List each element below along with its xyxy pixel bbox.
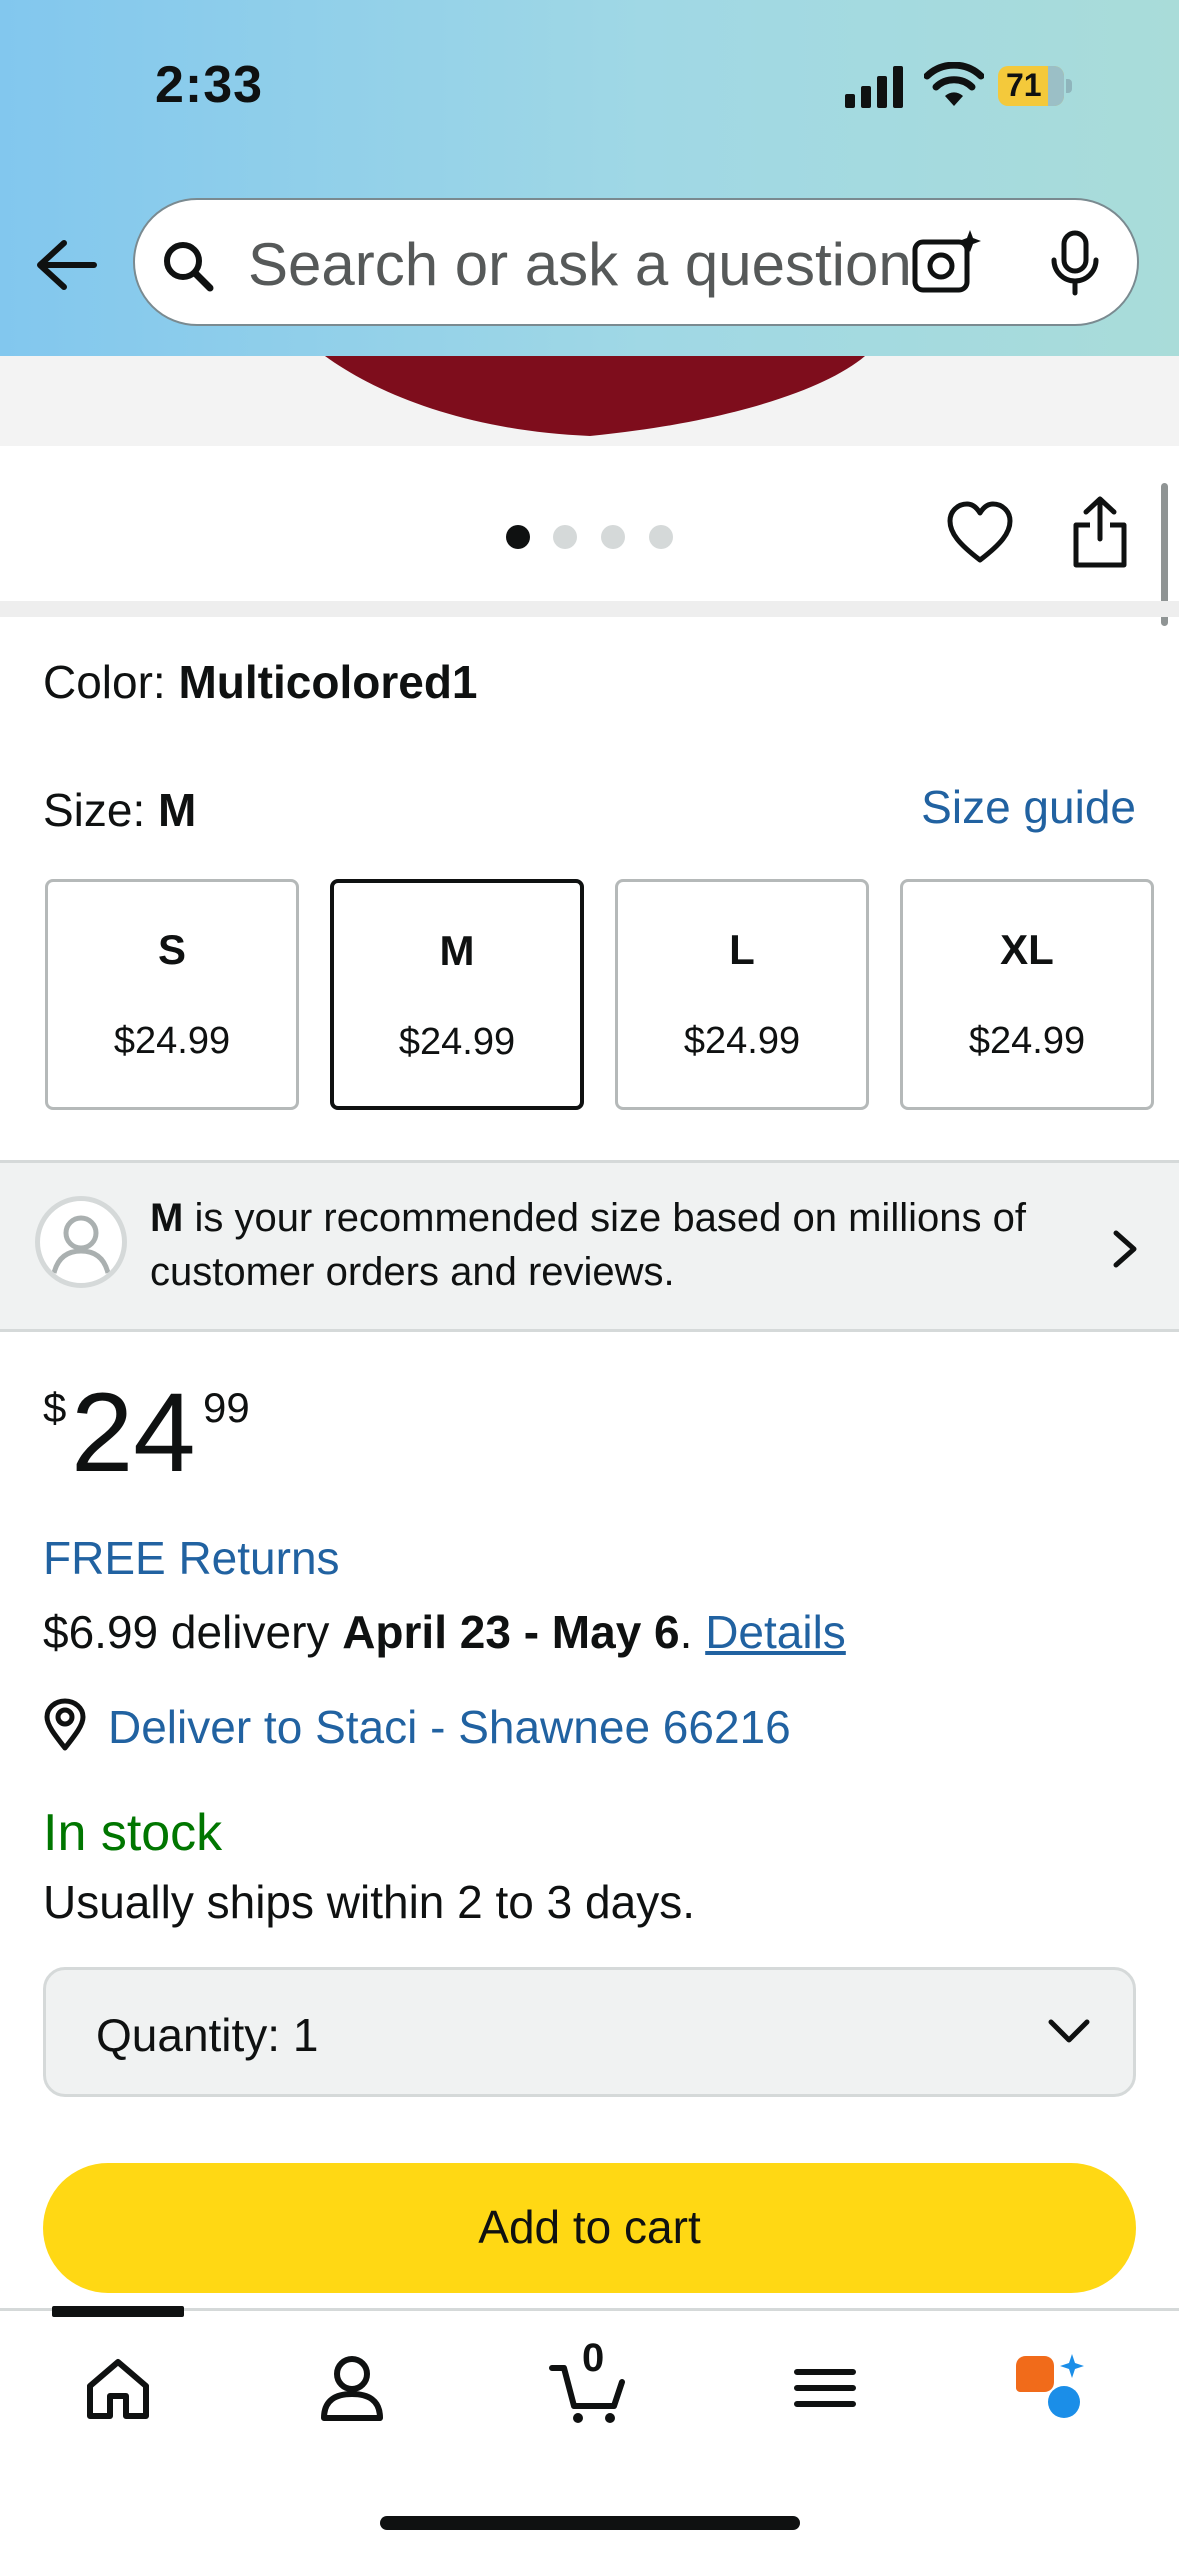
price-fraction: 99 xyxy=(203,1384,250,1431)
size-label: Size: xyxy=(43,784,159,836)
gallery-dot[interactable] xyxy=(553,525,577,549)
size-option-label: XL xyxy=(1000,926,1054,973)
details-link[interactable]: Details xyxy=(705,1606,846,1658)
product-image-graphic xyxy=(325,356,865,436)
gallery-dot[interactable] xyxy=(649,525,673,549)
size-option-label: M xyxy=(439,927,475,974)
add-to-cart-label: Add to cart xyxy=(478,2201,701,2253)
price-whole: 24 xyxy=(71,1370,196,1495)
section-divider xyxy=(0,601,1179,617)
size-option-label: L xyxy=(729,926,755,973)
quantity-dropdown[interactable]: Quantity: 1 xyxy=(43,1967,1136,2097)
delivery-dates: April 23 - May 6 xyxy=(342,1606,680,1658)
size-selection: Size: M xyxy=(43,783,196,837)
recommendation-message: is your recommended size based on millio… xyxy=(150,1196,1026,1294)
chevron-down-icon xyxy=(1048,2019,1090,2043)
search-bar[interactable]: Search or ask a question xyxy=(133,198,1139,326)
color-selection: Color: Multicolored1 xyxy=(43,655,478,709)
cart-count: 0 xyxy=(582,2336,605,2380)
recommended-size: M xyxy=(150,1196,184,1240)
size-option-price: $24.99 xyxy=(968,1020,1086,1062)
price-symbol: $ xyxy=(43,1384,67,1431)
search-icon xyxy=(164,242,214,292)
color-label: Color: xyxy=(43,656,179,708)
rufus-icon[interactable] xyxy=(1010,2348,1090,2428)
product-image[interactable] xyxy=(0,356,1179,446)
deliver-to-link[interactable]: Deliver to Staci - Shawnee 66216 xyxy=(108,1700,791,1754)
back-arrow-icon[interactable] xyxy=(30,235,100,295)
add-to-cart-button[interactable]: Add to cart xyxy=(43,2163,1136,2293)
chevron-right-icon xyxy=(1113,1230,1137,1268)
size-recommendation[interactable]: M is your recommended size based on mill… xyxy=(0,1160,1179,1332)
camera-search-icon[interactable] xyxy=(910,226,982,298)
size-option-price: $24.99 xyxy=(683,1020,801,1062)
heart-icon[interactable] xyxy=(945,500,1015,566)
location-pin-icon xyxy=(44,1698,86,1751)
delivery-prefix: $6.99 delivery xyxy=(43,1606,343,1658)
color-value: Multicolored1 xyxy=(178,656,478,708)
gallery-dot-active[interactable] xyxy=(506,525,530,549)
home-icon[interactable] xyxy=(78,2348,158,2428)
stock-status: In stock xyxy=(43,1804,223,1862)
account-icon[interactable] xyxy=(312,2348,392,2428)
wifi-icon xyxy=(924,62,984,106)
size-value: M xyxy=(158,784,197,836)
gallery-dot[interactable] xyxy=(601,525,625,549)
recommendation-text: M is your recommended size based on mill… xyxy=(150,1191,1090,1299)
size-option-price: $24.99 xyxy=(398,1021,516,1063)
quantity-value: 1 xyxy=(292,2009,319,2061)
size-option-s[interactable]: S $24.99 xyxy=(45,879,299,1110)
nav-active-indicator xyxy=(52,2306,184,2317)
battery-level: 71 xyxy=(1006,67,1042,103)
quantity-text: Quantity: 1 xyxy=(96,2008,318,2062)
search-input[interactable]: Search or ask a question xyxy=(248,230,928,300)
battery-icon: 71 xyxy=(998,66,1072,106)
size-option-m[interactable]: M $24.99 xyxy=(330,879,584,1110)
size-option-label: S xyxy=(157,926,186,973)
shipping-time: Usually ships within 2 to 3 days. xyxy=(43,1876,695,1928)
menu-icon[interactable] xyxy=(785,2348,865,2428)
size-guide-link[interactable]: Size guide xyxy=(921,780,1136,834)
delivery-suffix: . xyxy=(679,1606,706,1658)
quantity-label: Quantity: xyxy=(96,2009,293,2061)
size-option-price: $24.99 xyxy=(113,1020,231,1062)
avatar-icon xyxy=(51,1215,111,1274)
microphone-icon[interactable] xyxy=(1047,230,1103,296)
status-time: 2:33 xyxy=(155,56,264,114)
share-icon[interactable] xyxy=(1070,495,1130,570)
size-option-xl[interactable]: XL $24.99 xyxy=(900,879,1154,1110)
home-indicator xyxy=(380,2516,800,2530)
size-option-l[interactable]: L $24.99 xyxy=(615,879,869,1110)
delivery-info: $6.99 delivery April 23 - May 6. Details xyxy=(43,1605,846,1659)
free-returns-link[interactable]: FREE Returns xyxy=(43,1531,340,1585)
avatar xyxy=(35,1196,127,1288)
cellular-signal-icon xyxy=(845,66,903,108)
